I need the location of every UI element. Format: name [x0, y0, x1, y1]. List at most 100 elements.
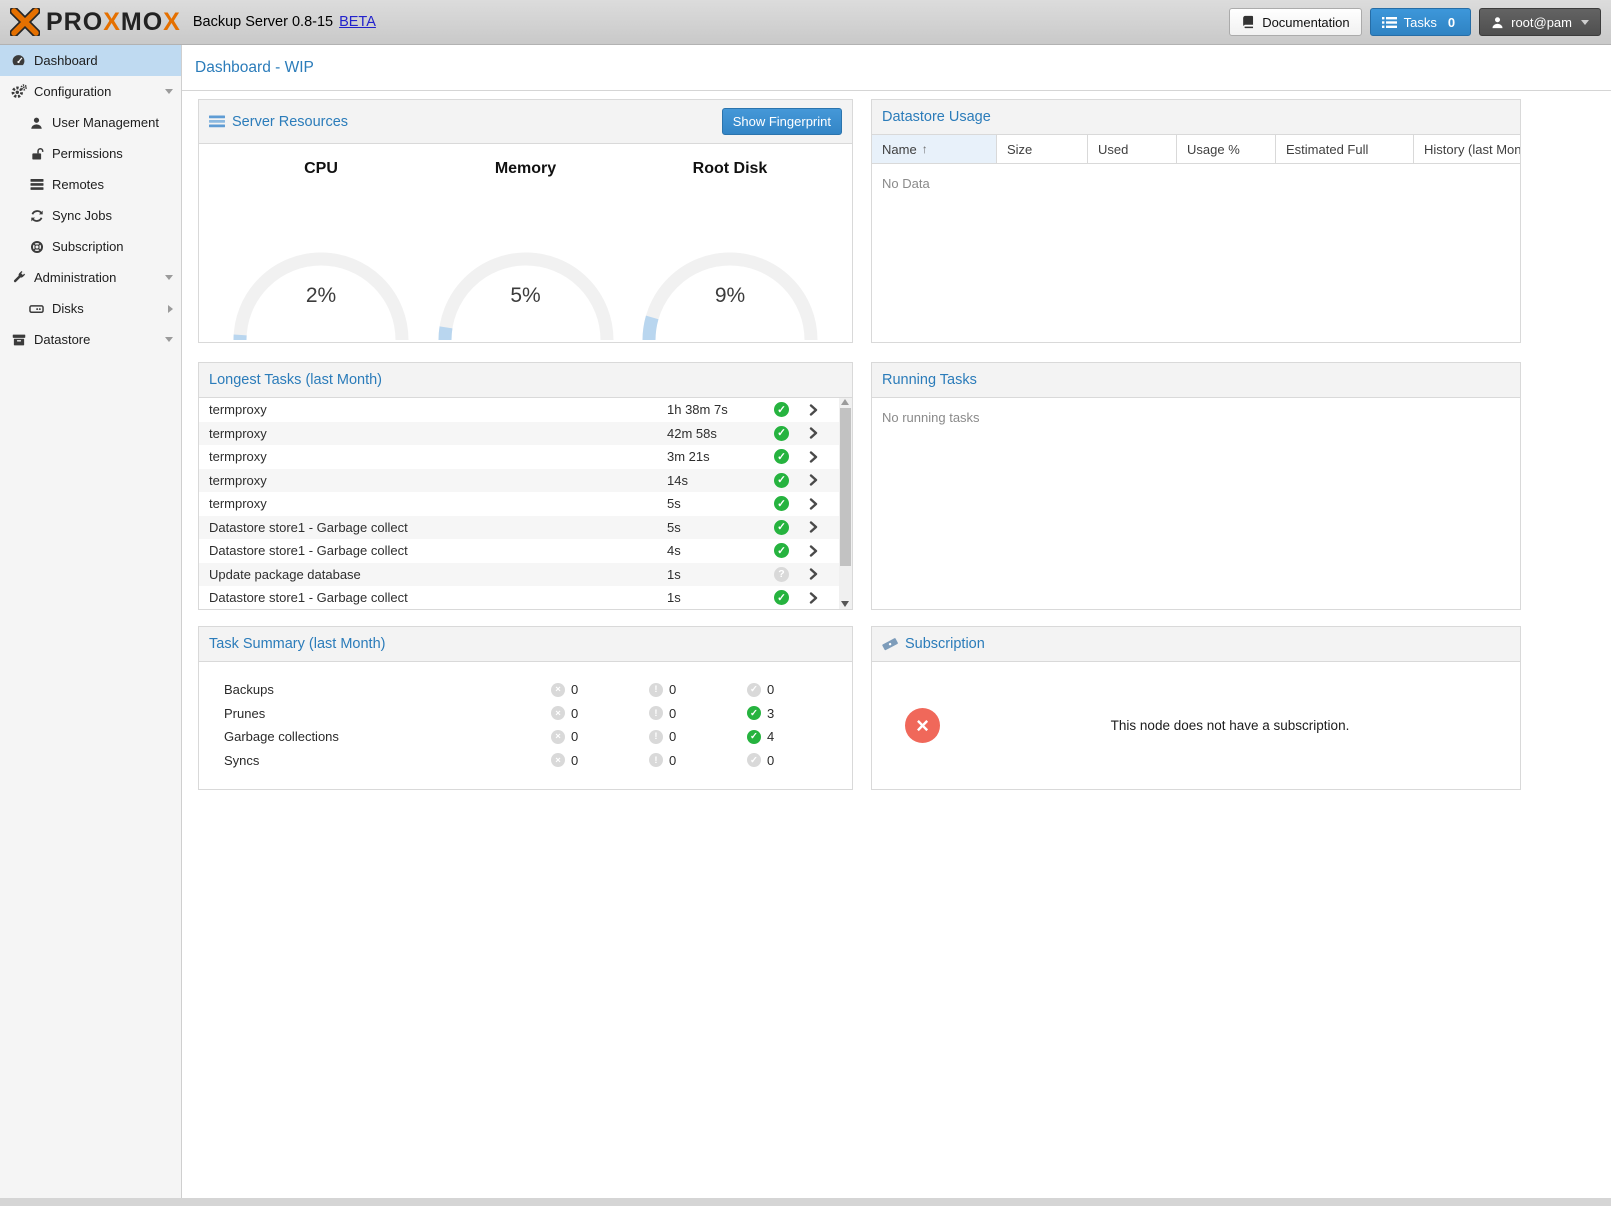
summary-row-syncs: Syncs ×0 !0 ✓0	[199, 749, 852, 773]
chevron-right-icon[interactable]	[808, 498, 820, 510]
subscription-message: This node does not have a subscription.	[940, 718, 1520, 733]
collapse-arrow-icon[interactable]	[165, 337, 173, 342]
chevron-right-icon[interactable]	[808, 568, 820, 580]
warning-count-icon: !	[649, 706, 663, 720]
refresh-icon	[28, 209, 45, 223]
wrench-icon	[10, 270, 27, 285]
ok-count-icon: ✓	[747, 683, 761, 697]
column-header-used[interactable]: Used	[1088, 135, 1177, 163]
status-ok-icon: ✓	[774, 426, 789, 441]
task-row[interactable]: termproxy 14s ✓	[199, 469, 852, 493]
chevron-right-icon[interactable]	[808, 404, 820, 416]
logo-text: PROXMOX	[46, 8, 181, 37]
summary-row-backups: Backups ×0 !0 ✓0	[199, 678, 852, 702]
task-row[interactable]: termproxy 5s ✓	[199, 492, 852, 516]
ok-count-icon: ✓	[747, 753, 761, 767]
tachometer-icon	[10, 53, 27, 68]
chevron-right-icon[interactable]	[808, 474, 820, 486]
longest-tasks-title: Longest Tasks (last Month)	[209, 372, 382, 388]
proxmox-x-icon	[10, 8, 40, 36]
no-running-tasks-text: No running tasks	[882, 410, 980, 425]
datastore-usage-title: Datastore Usage	[882, 109, 991, 125]
sidebar-item-user-management[interactable]: User Management	[0, 107, 181, 138]
chevron-right-icon[interactable]	[808, 545, 820, 557]
task-row[interactable]: termproxy 1h 38m 7s ✓	[199, 398, 852, 422]
warning-count-icon: !	[649, 683, 663, 697]
column-header-name[interactable]: Name ↑	[872, 135, 997, 163]
documentation-button[interactable]: Documentation	[1229, 8, 1361, 36]
tasks-count-badge: 0	[1444, 15, 1459, 30]
task-row[interactable]: Datastore store1 - Garbage collect 4s ✓	[199, 539, 852, 563]
summary-row-prunes: Prunes ×0 !0 ✓3	[199, 702, 852, 726]
sidebar-item-configuration[interactable]: Configuration	[0, 76, 181, 107]
status-ok-icon: ✓	[774, 496, 789, 511]
status-ok-icon: ✓	[774, 449, 789, 464]
subscription-panel: Subscription × This node does not have a…	[871, 626, 1521, 790]
expand-arrow-icon[interactable]	[168, 305, 173, 313]
longest-tasks-panel: Longest Tasks (last Month) termproxy 1h …	[198, 362, 853, 610]
collapse-arrow-icon[interactable]	[165, 89, 173, 94]
chevron-right-icon[interactable]	[808, 427, 820, 439]
task-summary-title: Task Summary (last Month)	[209, 636, 385, 652]
task-row[interactable]: Datastore store1 - Garbage collect 1s ✓	[199, 586, 852, 609]
proxmox-logo: PROXMOX	[10, 8, 181, 37]
chevron-down-icon	[1581, 20, 1589, 25]
sidebar-item-subscription[interactable]: Subscription	[0, 231, 181, 262]
column-header-estimated-full[interactable]: Estimated Full	[1276, 135, 1414, 163]
gears-icon	[10, 84, 27, 99]
scroll-up-icon[interactable]	[841, 399, 849, 405]
column-header-history[interactable]: History (last Month)	[1414, 135, 1520, 163]
status-ok-icon: ✓	[774, 590, 789, 605]
sidebar-item-sync-jobs[interactable]: Sync Jobs	[0, 200, 181, 231]
column-header-size[interactable]: Size	[997, 135, 1088, 163]
page-title: Dashboard - WIP	[195, 59, 314, 77]
status-ok-icon: ✓	[774, 402, 789, 417]
ok-count-icon: ✓	[747, 706, 761, 720]
sidebar-item-disks[interactable]: Disks	[0, 293, 181, 324]
task-row[interactable]: termproxy 3m 21s ✓	[199, 445, 852, 469]
ok-count-icon: ✓	[747, 730, 761, 744]
status-unknown-icon: ?	[774, 567, 789, 582]
show-fingerprint-button[interactable]: Show Fingerprint	[722, 108, 842, 135]
warning-count-icon: !	[649, 753, 663, 767]
no-data-text: No Data	[872, 164, 1520, 203]
sidebar-item-permissions[interactable]: Permissions	[0, 138, 181, 169]
status-ok-icon: ✓	[774, 543, 789, 558]
datastore-usage-header-row: Name ↑ Size Used Usage % Estimated Full …	[872, 135, 1520, 164]
task-summary-panel: Task Summary (last Month) Backups ×0 !0 …	[198, 626, 853, 790]
sidebar-item-administration[interactable]: Administration	[0, 262, 181, 293]
chevron-right-icon[interactable]	[808, 451, 820, 463]
sidebar-item-dashboard[interactable]: Dashboard	[0, 45, 181, 76]
root-disk-gauge: Root Disk 9%	[635, 144, 825, 342]
collapse-arrow-icon[interactable]	[165, 275, 173, 280]
sidebar-item-datastore[interactable]: Datastore	[0, 324, 181, 355]
user-icon	[1491, 16, 1504, 29]
page-title-bar: Dashboard - WIP	[182, 45, 1611, 91]
column-header-usage-pct[interactable]: Usage %	[1177, 135, 1276, 163]
top-bar: PROXMOX Backup Server 0.8-15 BETA Docume…	[0, 0, 1611, 45]
running-tasks-panel: Running Tasks No running tasks	[871, 362, 1521, 610]
running-tasks-title: Running Tasks	[882, 372, 977, 388]
book-icon	[1241, 15, 1255, 29]
task-row[interactable]: termproxy 42m 58s ✓	[199, 422, 852, 446]
product-name: Backup Server 0.8-15	[193, 14, 333, 30]
scroll-down-icon[interactable]	[841, 601, 849, 607]
server-resources-panel: Server Resources Show Fingerprint CPU 2%	[198, 99, 853, 343]
scrollbar-thumb[interactable]	[840, 408, 851, 566]
status-ok-icon: ✓	[774, 473, 789, 488]
error-count-icon: ×	[551, 730, 565, 744]
error-count-icon: ×	[551, 683, 565, 697]
tasks-button[interactable]: Tasks 0	[1370, 8, 1471, 36]
longest-tasks-list: termproxy 1h 38m 7s ✓ termproxy 42m 58s …	[199, 398, 852, 609]
chevron-right-icon[interactable]	[808, 592, 820, 604]
user-menu-button[interactable]: root@pam	[1479, 8, 1601, 36]
chevron-right-icon[interactable]	[808, 521, 820, 533]
task-row[interactable]: Datastore store1 - Garbage collect 5s ✓	[199, 516, 852, 540]
beta-link[interactable]: BETA	[339, 14, 376, 30]
task-row[interactable]: Update package database 1s ?	[199, 563, 852, 587]
ticket-icon	[882, 637, 898, 651]
subscription-title: Subscription	[882, 636, 985, 652]
user-icon	[28, 116, 45, 130]
sidebar-item-remotes[interactable]: Remotes	[0, 169, 181, 200]
vertical-scrollbar[interactable]	[839, 398, 852, 609]
